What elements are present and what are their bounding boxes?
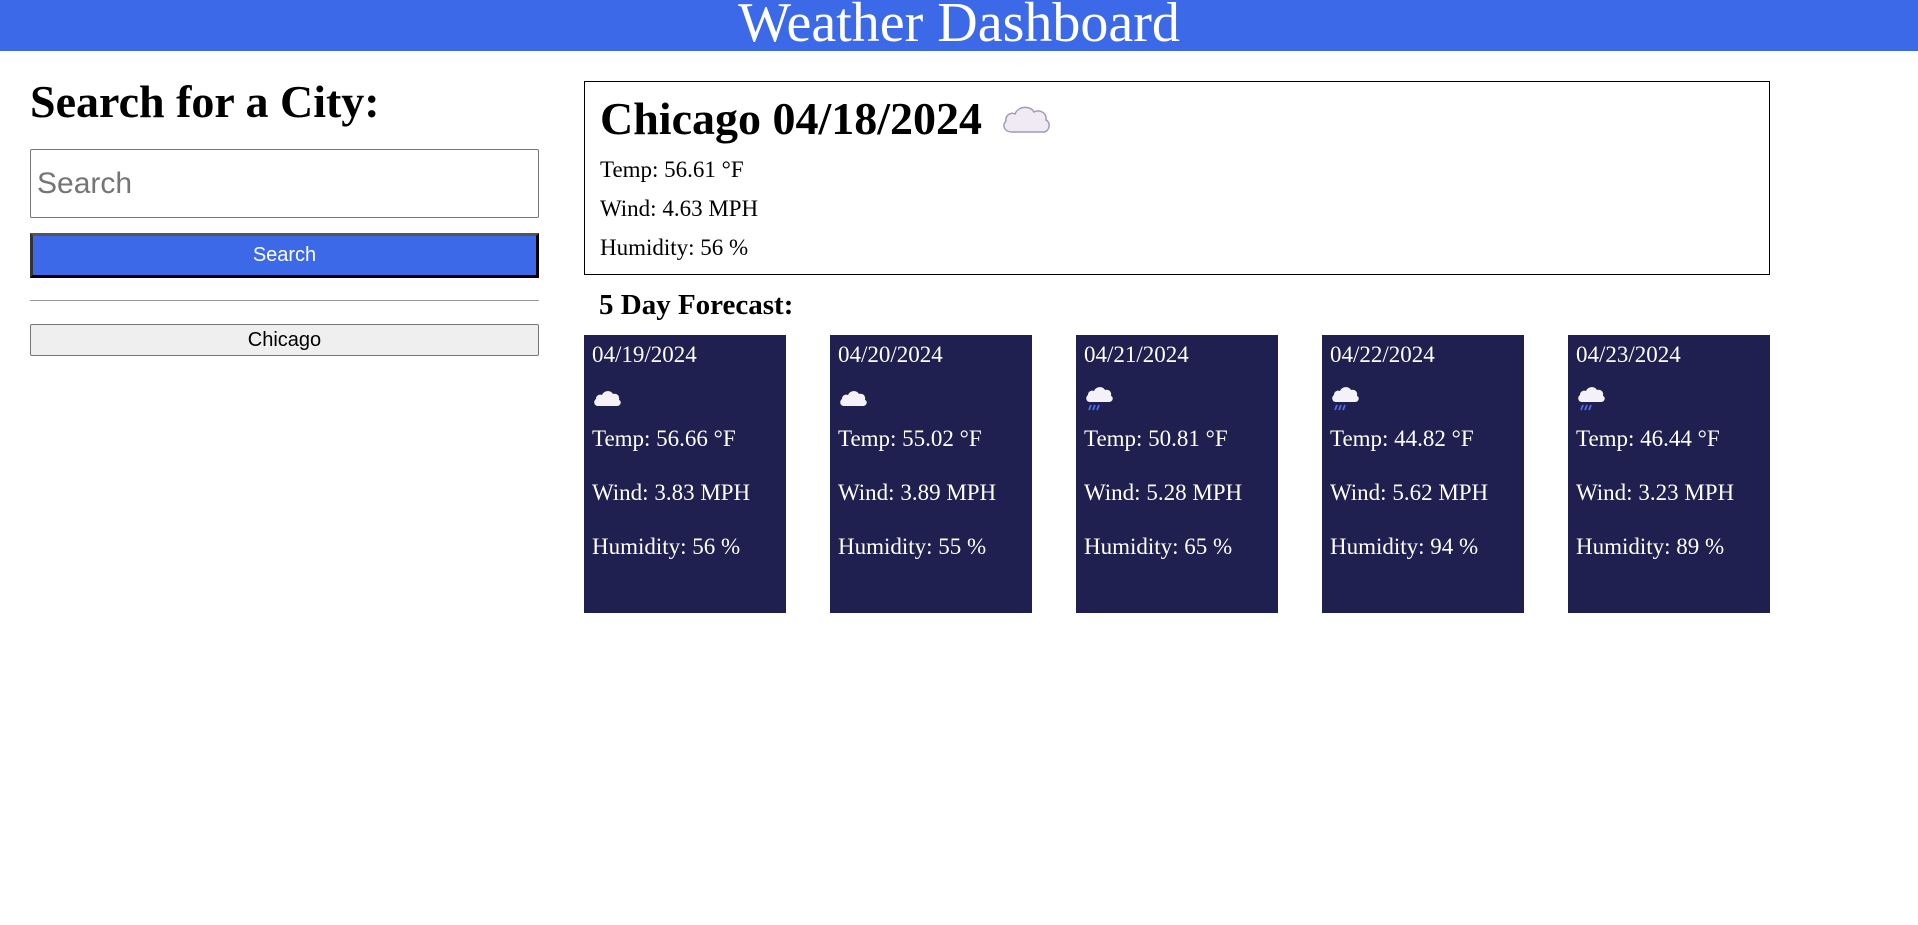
forecast-wind: Wind: 5.28 MPH — [1084, 480, 1243, 505]
forecast-humidity: Humidity: 94 % — [1330, 534, 1479, 559]
page-header: Weather Dashboard — [0, 0, 1918, 51]
search-sidebar: Search for a City: Search Chicago — [30, 70, 539, 356]
current-temp: Temp: 56.61 °F — [600, 157, 744, 182]
rain-cloud-icon — [1084, 386, 1114, 412]
forecast-date: 04/21/2024 — [1084, 342, 1189, 367]
forecast-card: 04/22/2024 Temp: 44.82 °F Wind: 5.62 MPH… — [1322, 335, 1524, 613]
search-heading: Search for a City: — [30, 76, 380, 127]
rain-cloud-icon — [1330, 386, 1360, 412]
forecast-temp: Temp: 46.44 °F — [1576, 426, 1720, 451]
forecast-list: 04/19/2024 Temp: 56.66 °F Wind: 3.83 MPH… — [584, 335, 1770, 613]
forecast-wind: Wind: 3.89 MPH — [838, 480, 997, 505]
forecast-date: 04/19/2024 — [592, 342, 697, 367]
search-input[interactable] — [30, 149, 539, 218]
forecast-card: 04/21/2024 Temp: 50.81 °F Wind: 5.28 MPH… — [1076, 335, 1278, 613]
page-title: Weather Dashboard — [738, 0, 1180, 51]
forecast-card: 04/20/2024 Temp: 55.02 °F Wind: 3.89 MPH… — [830, 335, 1032, 613]
forecast-humidity: Humidity: 89 % — [1576, 534, 1725, 559]
current-city-date: Chicago 04/18/2024 — [600, 93, 983, 144]
forecast-wind: Wind: 3.83 MPH — [592, 480, 751, 505]
forecast-date: 04/22/2024 — [1330, 342, 1435, 367]
current-humidity: Humidity: 56 % — [600, 235, 749, 260]
forecast-temp: Temp: 55.02 °F — [838, 426, 982, 451]
forecast-temp: Temp: 44.82 °F — [1330, 426, 1474, 451]
forecast-temp: Temp: 50.81 °F — [1084, 426, 1228, 451]
divider — [30, 300, 539, 301]
forecast-date: 04/23/2024 — [1576, 342, 1681, 367]
forecast-card: 04/19/2024 Temp: 56.66 °F Wind: 3.83 MPH… — [584, 335, 786, 613]
search-button[interactable]: Search — [30, 233, 539, 278]
current-weather-panel: Chicago 04/18/2024 Temp: 56.61 °F Wind: … — [584, 81, 1770, 275]
forecast-humidity: Humidity: 56 % — [592, 534, 741, 559]
history-button-chicago[interactable]: Chicago — [30, 324, 539, 356]
forecast-wind: Wind: 5.62 MPH — [1330, 480, 1489, 505]
forecast-humidity: Humidity: 65 % — [1084, 534, 1233, 559]
forecast-heading: 5 Day Forecast: — [599, 289, 794, 321]
forecast-wind: Wind: 3.23 MPH — [1576, 480, 1735, 505]
cloud-icon — [592, 386, 622, 412]
cloud-icon — [1000, 101, 1052, 137]
forecast-temp: Temp: 56.66 °F — [592, 426, 736, 451]
cloud-icon — [838, 386, 868, 412]
forecast-card: 04/23/2024 Temp: 46.44 °F Wind: 3.23 MPH… — [1568, 335, 1770, 613]
current-wind: Wind: 4.63 MPH — [600, 196, 759, 221]
rain-cloud-icon — [1576, 386, 1606, 412]
forecast-date: 04/20/2024 — [838, 342, 943, 367]
forecast-humidity: Humidity: 55 % — [838, 534, 987, 559]
